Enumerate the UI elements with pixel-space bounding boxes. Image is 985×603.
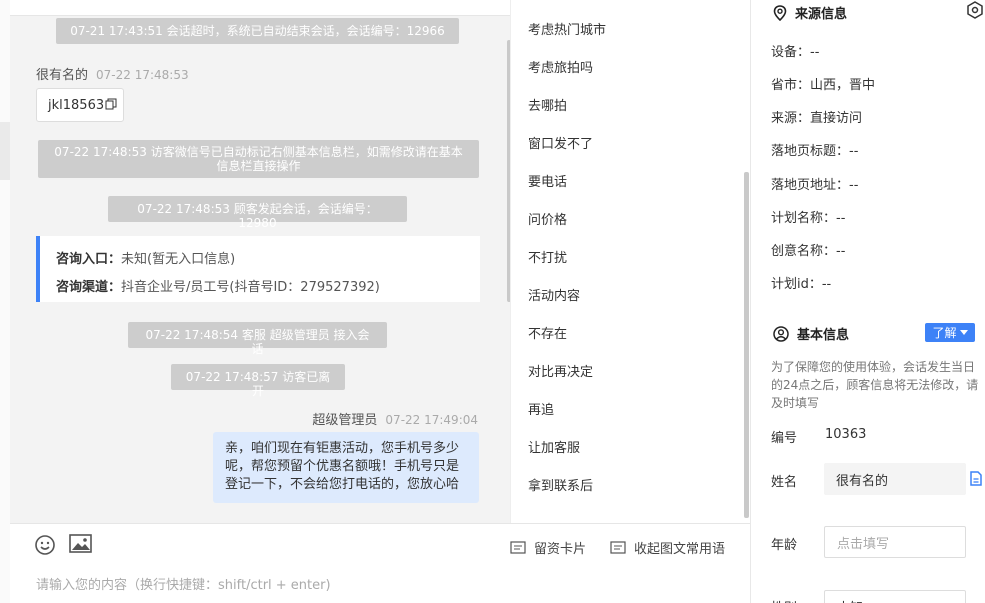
phrase-item[interactable]: 去哪拍 xyxy=(528,95,567,114)
phrase-item[interactable]: 要电话 xyxy=(528,171,567,190)
common-phrases-panel: 考虑热门城市 考虑旅拍吗 去哪拍 窗口发不了 要电话 问价格 不打扰 活动内容 … xyxy=(510,0,750,523)
consult-entry-value: 未知(暂无入口信息) xyxy=(121,252,236,267)
chat-panel: 07-21 17:43:51 会话超时，系统已自动结束会话，会话编号：12966… xyxy=(10,0,510,523)
left-edge-marker xyxy=(0,122,10,180)
customer-info-panel: 来源信息 设备：-- 省市：山西，晋中 来源：直接访问 落地页标题：-- 落地页… xyxy=(750,0,985,603)
consult-channel-row: 咨询渠道：抖音企业号/员工号(抖音号ID：279527392) xyxy=(56,274,464,302)
basic-info-note: 为了保障您的使用体验，会话发生当日的24点之后，顾客信息将无法修改，请及时填写 xyxy=(771,360,979,410)
visitor-name: 很有名的 xyxy=(36,68,89,83)
visitor-sender: 很有名的 07-22 17:48:53 xyxy=(36,64,189,83)
source-origin: 来源：直接访问 xyxy=(771,111,863,126)
list-icon xyxy=(610,541,626,554)
system-message: 07-22 17:48:54 客服 超级管理员 接入会话 xyxy=(128,322,387,356)
message-input[interactable]: 请输入您的内容（换行快捷键：shift/ctrl + enter) xyxy=(36,574,331,593)
age-input[interactable]: 点击填写 xyxy=(824,526,966,558)
document-icon[interactable] xyxy=(969,471,983,490)
agent-name: 超级管理员 xyxy=(312,413,378,428)
visitor-message-bubble[interactable]: jkl18563 xyxy=(36,88,124,122)
agent-sender: 超级管理员 07-22 17:49:04 xyxy=(312,409,478,428)
system-message: 07-22 17:48:53 访客微信号已自动标记右侧基本信息栏，如需修改请在基… xyxy=(38,140,479,178)
source-plan-id: 计划id：-- xyxy=(771,277,832,292)
left-edge-strip xyxy=(0,0,10,603)
phrases-scrollbar[interactable] xyxy=(744,172,749,518)
phrase-item[interactable]: 对比再决定 xyxy=(528,361,593,380)
source-device: 设备：-- xyxy=(771,45,820,60)
agent-time: 07-22 17:49:04 xyxy=(385,413,478,427)
collapse-phrases-button[interactable]: 收起图文常用语 xyxy=(610,538,725,557)
name-field[interactable]: 很有名的 xyxy=(824,463,966,495)
copy-icon[interactable] xyxy=(105,98,117,113)
source-creative-name: 创意名称：-- xyxy=(771,244,846,259)
name-label: 姓名 xyxy=(771,475,798,490)
age-label: 年龄 xyxy=(771,538,798,553)
phrase-item[interactable]: 活动内容 xyxy=(528,285,580,304)
learn-more-label: 了解 xyxy=(932,326,957,340)
location-icon xyxy=(773,4,787,21)
visitor-time: 07-22 17:48:53 xyxy=(96,68,189,82)
lead-card-label: 留资卡片 xyxy=(534,542,587,557)
settings-icon[interactable] xyxy=(966,1,984,23)
source-province: 省市：山西，晋中 xyxy=(771,78,876,93)
source-info-title: 来源信息 xyxy=(773,3,847,22)
phrase-item[interactable]: 再追 xyxy=(528,399,554,418)
emoji-icon[interactable] xyxy=(34,534,56,556)
phrase-item[interactable]: 拿到联系后 xyxy=(528,475,593,494)
consult-entry-row: 咨询入口：未知(暂无入口信息) xyxy=(56,246,464,274)
user-icon xyxy=(773,325,789,342)
card-icon xyxy=(510,541,526,554)
phrase-item[interactable]: 不存在 xyxy=(528,323,567,342)
gender-label: 性别 xyxy=(771,597,797,603)
learn-more-button[interactable]: 了解 xyxy=(925,323,975,342)
phrase-item[interactable]: 窗口发不了 xyxy=(528,133,593,152)
system-message: 07-22 17:48:57 访客已离开 xyxy=(171,364,345,398)
message-input-area: 留资卡片 收起图文常用语 请输入您的内容（换行快捷键：shift/ctrl + … xyxy=(10,523,750,603)
consult-channel-label: 咨询渠道： xyxy=(56,280,122,295)
consult-entry-label: 咨询入口： xyxy=(56,252,122,267)
id-value: 10363 xyxy=(825,427,867,442)
lead-card-button[interactable]: 留资卡片 xyxy=(510,538,586,557)
source-landing-url: 落地页地址：-- xyxy=(771,178,859,193)
phrase-item[interactable]: 让加客服 xyxy=(528,437,580,456)
gender-select[interactable]: 未知 xyxy=(824,590,966,603)
caret-down-icon xyxy=(959,329,968,335)
phrase-item[interactable]: 考虑热门城市 xyxy=(528,19,606,38)
visitor-message-text: jkl18563 xyxy=(48,97,105,113)
collapse-phrases-label: 收起图文常用语 xyxy=(634,542,726,557)
id-label: 编号 xyxy=(771,431,798,446)
consult-info-card: 咨询入口：未知(暂无入口信息) 咨询渠道：抖音企业号/员工号(抖音号ID：279… xyxy=(36,236,480,302)
basic-info-title: 基本信息 xyxy=(773,324,849,343)
source-info-title-text: 来源信息 xyxy=(795,7,848,22)
consult-channel-value: 抖音企业号/员工号(抖音号ID：279527392) xyxy=(121,280,380,295)
agent-message-bubble: 亲，咱们现在有钜惠活动，您手机号多少呢，帮您预留个优惠名额哦！手机号只是登记一下… xyxy=(213,432,479,503)
phrase-item[interactable]: 考虑旅拍吗 xyxy=(528,57,593,76)
image-icon[interactable] xyxy=(69,534,93,556)
basic-info-title-text: 基本信息 xyxy=(797,328,850,343)
phrase-item[interactable]: 不打扰 xyxy=(528,247,567,266)
source-plan-name: 计划名称：-- xyxy=(771,211,846,226)
chat-top-bar xyxy=(10,0,510,16)
source-landing-title: 落地页标题：-- xyxy=(771,144,859,159)
phrase-item[interactable]: 问价格 xyxy=(528,209,567,228)
system-message: 07-21 17:43:51 会话超时，系统已自动结束会话，会话编号：12966 xyxy=(56,18,459,44)
system-message: 07-22 17:48:53 顾客发起会话，会话编号：12980 xyxy=(108,196,407,230)
